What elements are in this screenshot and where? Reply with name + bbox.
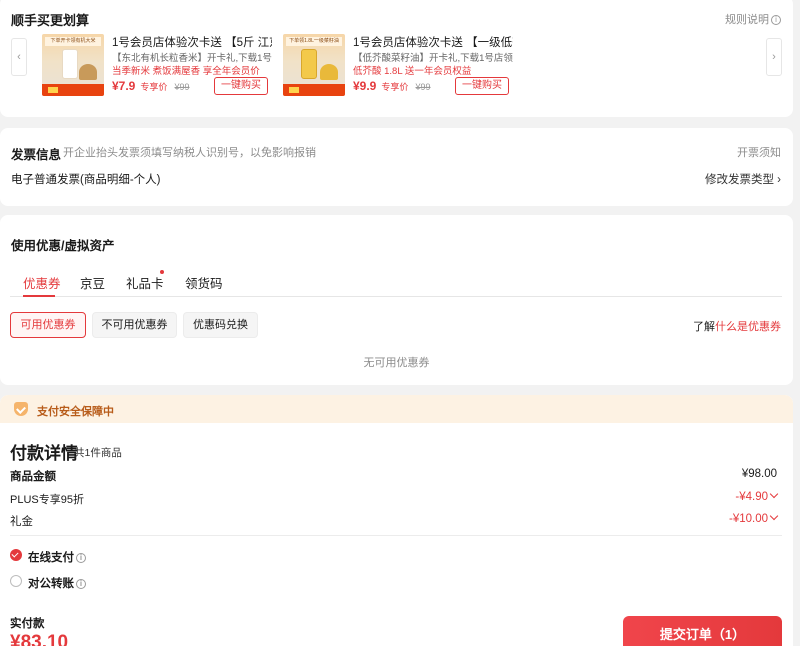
deal-price-tag: 专享价 — [140, 82, 168, 92]
carousel-next-button[interactable]: › — [766, 38, 782, 76]
actual-payment-label: 实付款 — [10, 618, 45, 630]
invoice-type: 电子普通发票(商品明细-个人) — [11, 174, 161, 186]
invoice-notice-link[interactable]: 开票须知 — [737, 144, 781, 160]
plus-discount-label: PLUS专享95折 — [10, 494, 84, 506]
available-coupons-button[interactable]: 可用优惠券 — [10, 312, 86, 338]
empty-coupons-message: 无可用优惠券 — [363, 357, 430, 369]
payment-details-title: 付款详情 — [10, 444, 78, 463]
actual-payment-value: ¥83.10 — [10, 632, 69, 646]
deal-subtitle: 【东北有机长粒香米】开卡礼,下载1号店 — [112, 53, 272, 64]
edit-invoice-type-link[interactable]: 修改发票类型 › — [705, 171, 781, 187]
deal-name[interactable]: 1号会员店体验次卡送 【一级低芥 — [353, 34, 513, 50]
image-strip — [283, 84, 345, 96]
gift-money-amount: -¥10.00 — [728, 513, 768, 525]
plus-discount-value[interactable]: -¥4.90 — [735, 489, 779, 503]
deal-card-2[interactable]: 下单领1.8L一级菜籽油 1号会员店体验次卡送 【一级低芥 【低芥酸菜籽油】开卡… — [283, 34, 513, 102]
deal-promo: 低芥酸 1.8L 送一年会员权益 — [353, 66, 472, 77]
online-payment-radio[interactable] — [10, 549, 22, 561]
tab-redeem-code[interactable]: 领货码 — [185, 273, 223, 292]
coupon-section: 使用优惠/虚拟资产 优惠券 京豆 礼品卡 领货码 可用优惠券 不可用优惠券 优惠… — [0, 215, 793, 385]
deals-title: 顺手买更划算 — [11, 13, 90, 28]
new-dot-badge — [160, 270, 164, 274]
online-payment-option[interactable]: 在线支付 i — [28, 549, 86, 565]
info-icon[interactable]: i — [76, 553, 86, 563]
tab-gift-card[interactable]: 礼品卡 — [126, 273, 164, 292]
invoice-title: 发票信息 — [11, 148, 62, 162]
bank-transfer-radio[interactable] — [10, 575, 22, 587]
rules-label: 规则说明 — [725, 14, 769, 26]
image-banner-text: 下单领1.8L一级菜籽油 — [286, 37, 342, 46]
active-tab-indicator — [23, 295, 55, 297]
product-shape — [301, 49, 317, 79]
learn-link-text[interactable]: 什么是优惠券 — [715, 321, 781, 333]
deal-price: ¥7.9 专享价 ¥99 — [112, 79, 190, 93]
one-click-buy-button[interactable]: 一键购买 — [214, 77, 268, 95]
payment-section: 支付安全保障中 付款详情 共1件商品 商品金额 ¥98.00 PLUS专享95折… — [0, 395, 793, 646]
product-image[interactable]: 下单领1.8L一级菜籽油 — [283, 34, 345, 96]
carousel-prev-button[interactable]: ‹ — [11, 38, 27, 76]
goods-amount-value: ¥98.00 — [741, 468, 777, 480]
deal-promo: 当季新米 煮饭满屋香 享全年会员价 — [112, 66, 260, 77]
learn-coupons-link[interactable]: 了解什么是优惠券 — [693, 318, 781, 334]
info-icon: i — [771, 15, 781, 25]
one-click-buy-button[interactable]: 一键购买 — [455, 77, 509, 95]
bank-transfer-label: 对公转账 — [28, 578, 74, 590]
online-payment-label: 在线支付 — [28, 552, 74, 564]
gift-money-label: 礼金 — [10, 516, 33, 528]
gift-money-value[interactable]: -¥10.00 — [728, 511, 779, 525]
secure-payment-text: 支付安全保障中 — [37, 406, 114, 418]
product-shape — [320, 64, 338, 80]
item-count: 共1件商品 — [74, 447, 122, 459]
unavailable-coupons-button[interactable]: 不可用优惠券 — [92, 312, 177, 338]
tab-coupons[interactable]: 优惠券 — [23, 273, 61, 292]
chevron-down-icon — [769, 511, 779, 521]
learn-prefix: 了解 — [693, 321, 715, 333]
invoice-section: 发票信息 开企业抬头发票须填写纳税人识别号，以免影响报销 开票须知 电子普通发票… — [0, 128, 793, 206]
goods-amount-label: 商品金额 — [10, 471, 56, 483]
deal-original-price: ¥99 — [174, 82, 190, 92]
coupon-tabs: 优惠券 京豆 礼品卡 领货码 — [10, 268, 782, 297]
deal-card-1[interactable]: 下单开卡领有机大米 1号会员店体验次卡送 【5斤 江京 【东北有机长粒香米】开卡… — [42, 34, 272, 102]
deal-name[interactable]: 1号会员店体验次卡送 【5斤 江京 — [112, 34, 272, 50]
tab-jingdou[interactable]: 京豆 — [80, 273, 105, 292]
info-icon[interactable]: i — [76, 579, 86, 589]
deal-price-value: ¥9.9 — [353, 79, 377, 93]
product-shape — [79, 64, 97, 80]
deals-section: 顺手买更划算 规则说明 i ‹ 下单开卡领有机大米 1号会员店体验次卡送 【5斤 … — [0, 0, 793, 117]
deal-subtitle: 【低芥酸菜籽油】开卡礼,下载1号店领 — [353, 53, 513, 64]
image-banner-text: 下单开卡领有机大米 — [45, 37, 101, 46]
plus-discount-amount: -¥4.90 — [735, 491, 768, 503]
deal-price: ¥9.9 专享价 ¥99 — [353, 79, 431, 93]
deal-original-price: ¥99 — [415, 82, 431, 92]
product-image[interactable]: 下单开卡领有机大米 — [42, 34, 104, 96]
coupon-title: 使用优惠/虚拟资产 — [11, 239, 115, 253]
chevron-down-icon — [769, 489, 779, 499]
bank-transfer-option[interactable]: 对公转账 i — [28, 575, 86, 591]
divider — [10, 535, 782, 536]
secure-payment-bar: 支付安全保障中 — [0, 395, 793, 423]
deal-price-value: ¥7.9 — [112, 79, 136, 93]
submit-order-button[interactable]: 提交订单（1） — [623, 616, 782, 646]
product-shape — [62, 49, 78, 79]
image-strip — [42, 84, 104, 96]
coupon-code-redeem-button[interactable]: 优惠码兑换 — [183, 312, 258, 338]
deal-price-tag: 专享价 — [381, 82, 409, 92]
invoice-hint: 开企业抬头发票须填写纳税人识别号，以免影响报销 — [63, 147, 316, 159]
rules-link[interactable]: 规则说明 i — [725, 11, 781, 27]
shield-icon — [14, 402, 28, 416]
